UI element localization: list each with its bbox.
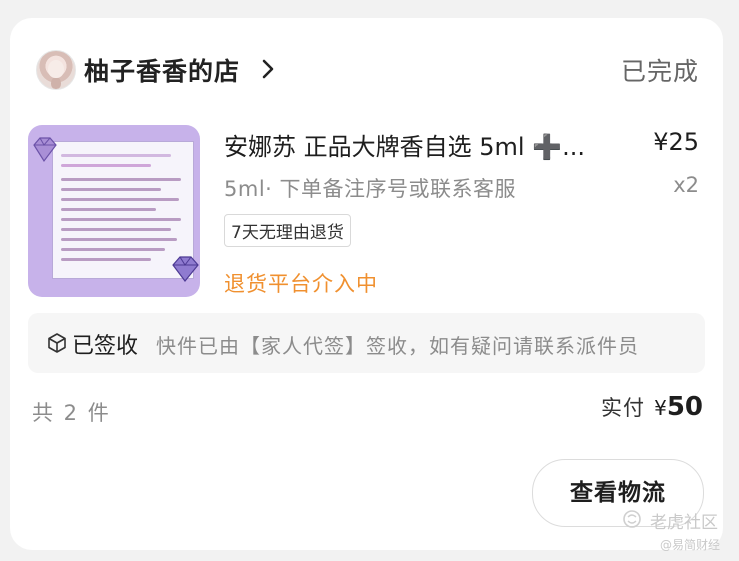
watermark-line1: 老虎社区 — [650, 513, 718, 533]
logistics-panel[interactable]: 已签收 快件已由【家人代签】签收，如有疑问请联系派件员 — [28, 313, 705, 373]
product-spec: 5ml· 下单备注序号或联系客服 — [224, 177, 517, 201]
return-policy-badge: 7天无理由退货 — [224, 214, 351, 247]
item-count: 共 2 件 — [32, 401, 111, 425]
box-icon — [48, 333, 66, 353]
chevron-right-icon[interactable] — [258, 58, 278, 80]
logistics-message: 快件已由【家人代签】签收，如有疑问请联系派件员 — [156, 334, 639, 358]
tiger-logo-icon — [623, 510, 641, 528]
currency-symbol: ¥ — [654, 396, 667, 420]
paid-total: 实付 ¥50 — [601, 392, 703, 422]
gem-icon — [33, 137, 57, 163]
paid-label: 实付 — [600, 396, 645, 420]
product-quantity: x2 — [673, 173, 699, 197]
amount-value: 50 — [666, 392, 703, 422]
watermark-line2: @易简财经 — [660, 538, 721, 552]
product-price: ¥25 — [653, 128, 699, 156]
logistics-status: 已签收 — [72, 334, 139, 359]
order-status: 已完成 — [620, 57, 699, 86]
shop-name[interactable]: 柚子香香的店 — [84, 52, 240, 88]
paid-amount: ¥50 — [654, 392, 703, 422]
product-thumbnail[interactable] — [28, 125, 200, 297]
shop-header[interactable]: 柚子香香的店 已完成 — [36, 50, 699, 92]
gem-icon — [172, 256, 199, 282]
order-card: 柚子香香的店 已完成 安娜苏 正品大牌香自选 5ml ➕... ¥25 5ml·… — [10, 18, 723, 550]
product-title[interactable]: 安娜苏 正品大牌香自选 5ml ➕... — [224, 127, 634, 162]
avatar[interactable] — [36, 50, 76, 90]
refund-status[interactable]: 退货平台介入中 — [224, 268, 378, 298]
